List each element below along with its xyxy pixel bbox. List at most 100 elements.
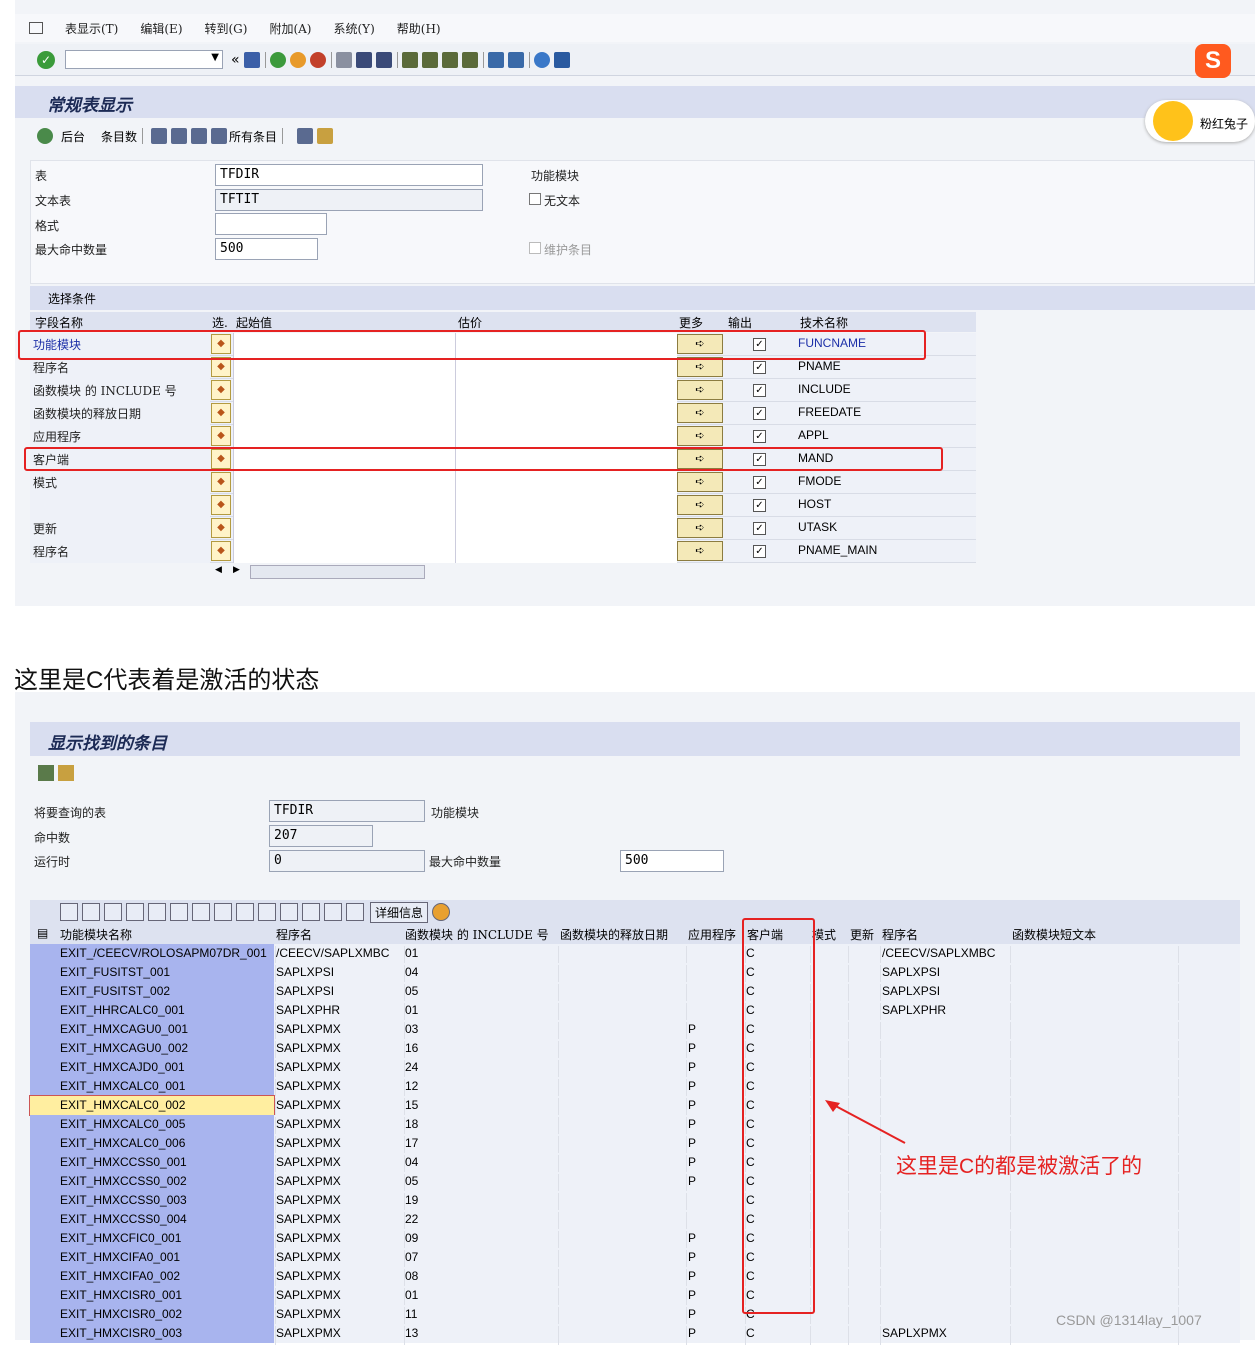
- filter-icon[interactable]: [170, 903, 188, 921]
- sort-asc-icon[interactable]: [82, 903, 100, 921]
- refresh-icon[interactable]: [38, 765, 54, 781]
- high-value-input[interactable]: [455, 494, 677, 517]
- menu-goto[interactable]: 转到(G): [205, 20, 248, 37]
- program-cell[interactable]: SAPLXPMX: [276, 1136, 341, 1150]
- scroll-left-icon[interactable]: ◀: [215, 565, 222, 575]
- application-cell[interactable]: P: [688, 1250, 696, 1264]
- selection-option-icon[interactable]: ◆: [211, 495, 231, 515]
- include-cell[interactable]: 01: [405, 1003, 418, 1017]
- help-icon[interactable]: [533, 51, 550, 68]
- high-value-input[interactable]: [455, 517, 677, 540]
- find-icon[interactable]: [126, 903, 144, 921]
- low-value-input[interactable]: [233, 379, 455, 402]
- include-cell[interactable]: 24: [405, 1060, 418, 1074]
- table-row[interactable]: EXIT_HMXCAGU0_001 SAPLXPMX 03 P C: [30, 1020, 1240, 1041]
- program-cell[interactable]: SAPLXPMX: [276, 1155, 341, 1169]
- program-cell[interactable]: SAPLXPMX: [276, 1117, 341, 1131]
- include-cell[interactable]: 01: [405, 946, 418, 960]
- fm-name-cell[interactable]: EXIT_HMXCFIC0_001: [60, 1231, 181, 1245]
- table-row[interactable]: EXIT_HMXCCSS0_003 SAPLXPMX 19 C: [30, 1191, 1240, 1212]
- multiple-selection-icon[interactable]: ➪: [677, 426, 723, 446]
- program-cell[interactable]: SAPLXPMX: [276, 1041, 341, 1055]
- multiple-selection-icon[interactable]: ➪: [677, 357, 723, 377]
- menu-table-display[interactable]: 表显示(T): [65, 20, 118, 37]
- program-cell[interactable]: SAPLXPMX: [276, 1288, 341, 1302]
- program-cell[interactable]: SAPLXPMX: [276, 1098, 341, 1112]
- horizontal-scrollbar[interactable]: ◀ ▶: [205, 564, 425, 580]
- include-cell[interactable]: 11: [405, 1307, 417, 1321]
- table-row[interactable]: EXIT_HMXCAGU0_002 SAPLXPMX 16 P C: [30, 1039, 1240, 1060]
- output-checkbox[interactable]: ✓: [753, 476, 766, 489]
- table-row[interactable]: EXIT_HMXCISR0_001 SAPLXPMX 01 P C: [30, 1286, 1240, 1307]
- include-cell[interactable]: 18: [405, 1117, 418, 1131]
- result-max-hits-input[interactable]: 500: [620, 850, 724, 872]
- col-mode[interactable]: 模式: [812, 926, 836, 943]
- program-cell[interactable]: SAPLXPMX: [276, 1174, 341, 1188]
- include-cell[interactable]: 13: [405, 1326, 418, 1340]
- details-button[interactable]: 详细信息: [370, 901, 429, 923]
- application-cell[interactable]: P: [688, 1307, 696, 1321]
- program-cell[interactable]: /CEECV/SAPLXMBC: [276, 946, 389, 960]
- include-cell[interactable]: 05: [405, 984, 418, 998]
- all-entries-icon[interactable]: [211, 128, 228, 144]
- output-checkbox[interactable]: ✓: [753, 499, 766, 512]
- menu-system[interactable]: 系统(Y): [333, 20, 374, 37]
- print-icon[interactable]: [236, 903, 254, 921]
- exit-icon[interactable]: [289, 51, 306, 68]
- view-icon[interactable]: [258, 903, 276, 921]
- fm-name-cell[interactable]: EXIT_HMXCCSS0_002: [60, 1174, 187, 1188]
- application-cell[interactable]: P: [688, 1136, 696, 1150]
- fm-name-cell[interactable]: EXIT_/CEECV/ROLOSAPM07DR_001: [60, 946, 267, 960]
- fm-name-cell[interactable]: EXIT_HMXCCSS0_001: [60, 1155, 187, 1169]
- layout-icon[interactable]: [302, 903, 320, 921]
- shortcut-icon[interactable]: [507, 51, 524, 68]
- deselect-icon[interactable]: [171, 128, 188, 144]
- selection-option-icon[interactable]: ◆: [211, 541, 231, 561]
- include-cell[interactable]: 17: [405, 1136, 418, 1150]
- find-next-icon[interactable]: [148, 903, 166, 921]
- program-cell[interactable]: SAPLXPMX: [276, 1269, 341, 1283]
- settings-icon[interactable]: [58, 765, 74, 781]
- layout-icon[interactable]: [553, 51, 570, 68]
- fm-name-cell[interactable]: EXIT_HHRCALC0_001: [60, 1003, 185, 1017]
- program-cell[interactable]: SAPLXPMX: [276, 1079, 341, 1093]
- max-hits-input[interactable]: 500: [215, 238, 318, 260]
- high-value-input[interactable]: [455, 471, 677, 494]
- fm-name-cell[interactable]: EXIT_FUSITST_002: [60, 984, 170, 998]
- export-icon[interactable]: [280, 903, 298, 921]
- fm-name-cell[interactable]: EXIT_HMXCAGU0_001: [60, 1022, 188, 1036]
- selection-option-icon[interactable]: ◆: [211, 472, 231, 492]
- multiple-selection-icon[interactable]: ➪: [677, 380, 723, 400]
- chart-icon[interactable]: [432, 903, 451, 921]
- application-cell[interactable]: P: [688, 1041, 696, 1055]
- col-main-program[interactable]: 程序名: [882, 926, 918, 943]
- back-icon[interactable]: [269, 51, 286, 68]
- selection-option-icon[interactable]: ◆: [211, 403, 231, 423]
- selection-option-icon[interactable]: ◆: [211, 357, 231, 377]
- selection-option-icon[interactable]: ◆: [211, 518, 231, 538]
- table-row[interactable]: EXIT_HMXCIFA0_001 SAPLXPMX 07 P C: [30, 1248, 1240, 1269]
- fields-icon[interactable]: [317, 128, 334, 144]
- application-cell[interactable]: P: [688, 1326, 696, 1340]
- application-cell[interactable]: P: [688, 1269, 696, 1283]
- zoom-icon[interactable]: [60, 903, 78, 921]
- execute-icon[interactable]: [37, 128, 53, 144]
- include-cell[interactable]: 05: [405, 1174, 418, 1188]
- main-program-cell[interactable]: SAPLXPSI: [882, 984, 940, 998]
- find-next-icon[interactable]: [375, 51, 392, 68]
- include-cell[interactable]: 04: [405, 1155, 418, 1169]
- program-cell[interactable]: SAPLXPMX: [276, 1307, 341, 1321]
- fm-name-cell[interactable]: EXIT_HMXCCSS0_003: [60, 1193, 187, 1207]
- low-value-input[interactable]: [233, 517, 455, 540]
- print-icon[interactable]: [335, 51, 352, 68]
- scroll-thumb[interactable]: [250, 565, 425, 579]
- cancel-icon[interactable]: [309, 51, 326, 68]
- table-input[interactable]: TFDIR: [215, 164, 483, 186]
- program-cell[interactable]: SAPLXPMX: [276, 1060, 341, 1074]
- program-cell[interactable]: SAPLXPSI: [276, 984, 334, 998]
- fm-name-cell[interactable]: EXIT_HMXCISR0_002: [60, 1307, 182, 1321]
- include-cell[interactable]: 15: [405, 1098, 418, 1112]
- fm-name-cell[interactable]: EXIT_FUSITST_001: [60, 965, 170, 979]
- high-value-input[interactable]: [455, 425, 677, 448]
- background-button[interactable]: 后台: [61, 128, 85, 145]
